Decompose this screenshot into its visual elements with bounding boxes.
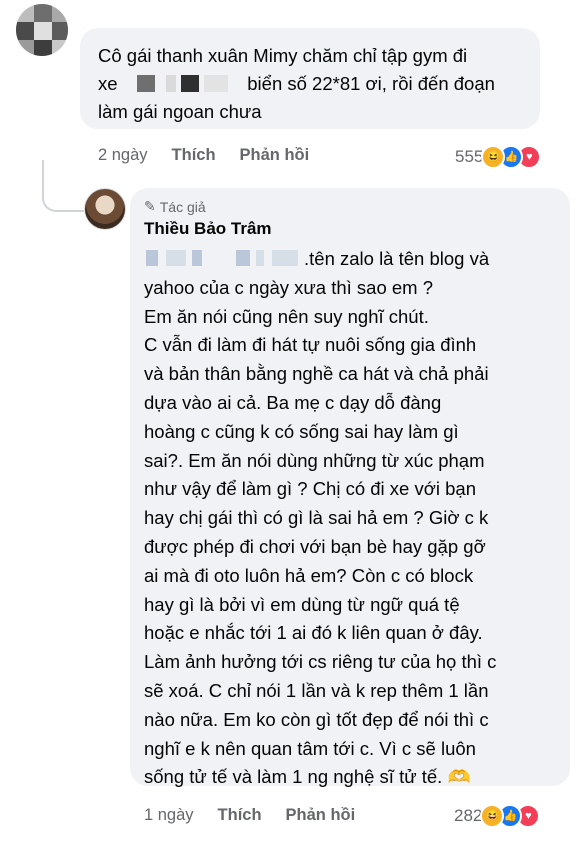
redacted-mention (144, 248, 304, 268)
redacted-block (204, 75, 229, 92)
comment-text-fragment: xe (98, 73, 118, 94)
author-avatar[interactable] (84, 188, 126, 230)
reaction-count: 555 (455, 147, 484, 166)
reaction-summary[interactable]: 282 😆 👍 ♥ (454, 804, 541, 828)
author-name[interactable]: Thiều Bảo Trâm (144, 219, 558, 239)
haha-icon: 😆 (480, 804, 505, 828)
thread-connector (42, 160, 84, 212)
comment-text-line: Cô gái thanh xuân Mimy chăm chỉ tập gym … (98, 45, 468, 66)
redacted-block (136, 75, 155, 92)
comment-text-line: xe biển số 22*81 ơi, rồi đến đoạn (98, 70, 524, 98)
redacted-block (165, 75, 176, 92)
comment-text-fragment: biển số 22*81 ơi, rồi đến đoạn (247, 73, 495, 94)
like-button[interactable]: Thích (218, 806, 262, 825)
reply-button[interactable]: Phản hồi (286, 806, 356, 825)
author-badge: ✎ Tác giả (144, 198, 558, 215)
comment-text-line: làm gái ngoan chưa (98, 101, 262, 122)
commenter-avatar[interactable] (16, 4, 68, 56)
reply-bubble: ✎ Tác giả Thiều Bảo Trâm .tên zalo là tê… (130, 188, 570, 787)
pencil-icon: ✎ (144, 198, 156, 214)
reply-actions: 1 ngày Thích Phản hồi (144, 806, 355, 825)
reply-body: yahoo của c ngày xưa thì sao em ? Em ăn … (144, 276, 497, 788)
heart-hands-icon: 🫶 (447, 766, 471, 788)
reply-text: yahoo của c ngày xưa thì sao em ? Em ăn … (144, 274, 558, 792)
reply-time[interactable]: 1 ngày (144, 806, 194, 825)
reply-first-line: .tên zalo là tên blog và (144, 245, 558, 274)
like-button[interactable]: Thích (172, 146, 216, 165)
comment-bubble: Cô gái thanh xuân Mimy chăm chỉ tập gym … (80, 28, 540, 129)
reaction-summary[interactable]: 555 😆 👍 ♥ (455, 145, 542, 169)
haha-icon: 😆 (481, 145, 506, 169)
reply-button[interactable]: Phản hồi (240, 146, 310, 165)
author-badge-label: Tác giả (159, 198, 206, 215)
reply-text-fragment: .tên zalo là tên blog và (304, 248, 490, 269)
redacted-block (180, 75, 199, 92)
comment-actions: 2 ngày Thích Phản hồi (98, 146, 309, 165)
comment-time[interactable]: 2 ngày (98, 146, 148, 165)
reaction-count: 282 (454, 806, 483, 825)
